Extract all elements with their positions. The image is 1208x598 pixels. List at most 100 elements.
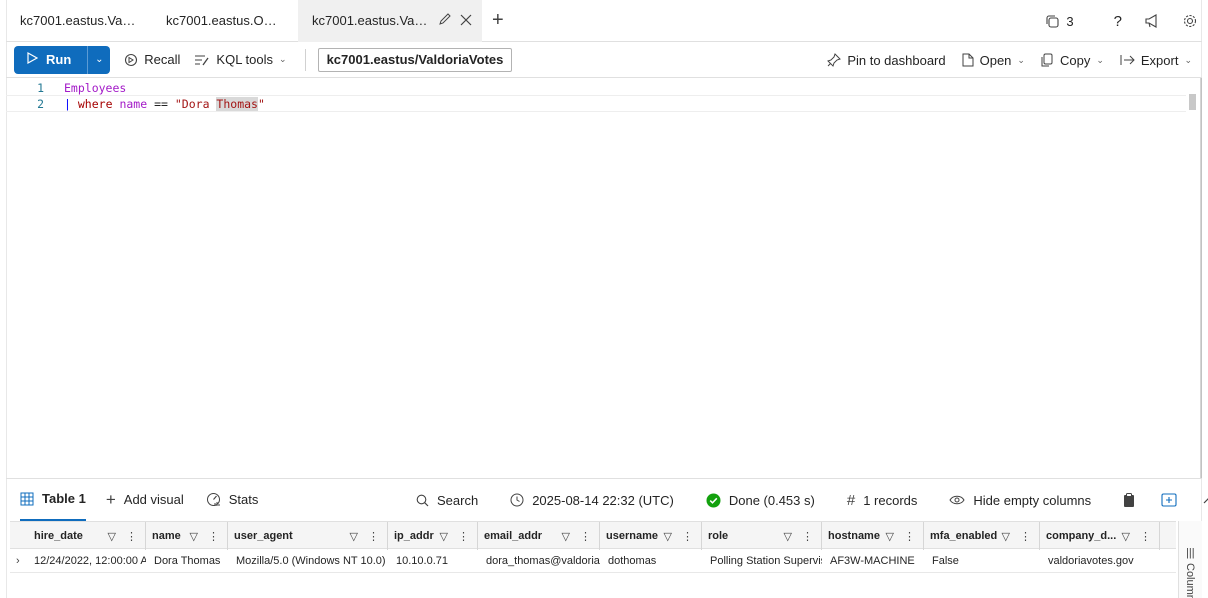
record-count: # 1 records xyxy=(847,492,918,509)
add-visual-label: Add visual xyxy=(123,492,184,507)
filter-icon[interactable]: ▽ xyxy=(1002,530,1010,543)
cell-company-domain[interactable]: valdoriavotes.gov xyxy=(1042,549,1160,573)
query-status: Done (0.453 s) xyxy=(706,493,815,508)
operator-token: == xyxy=(154,96,168,111)
eye-off-icon xyxy=(949,494,965,506)
column-menu-icon[interactable]: ⋮ xyxy=(368,530,379,543)
column-menu-icon[interactable]: ⋮ xyxy=(682,530,693,543)
cell-hostname[interactable]: AF3W-MACHINE xyxy=(824,549,924,573)
filter-icon[interactable]: ▽ xyxy=(190,530,198,543)
help-icon[interactable]: ? xyxy=(1114,13,1122,30)
filter-icon[interactable]: ▽ xyxy=(440,530,448,543)
tab-table-1[interactable]: Table 1 xyxy=(20,479,86,521)
open-button[interactable]: Open ⌄ xyxy=(962,53,1025,68)
run-button[interactable]: Run xyxy=(14,45,89,74)
cell-role[interactable]: Polling Station Supervisor xyxy=(704,549,822,573)
collapse-up-chevron-icon[interactable] xyxy=(1203,496,1208,504)
filter-icon[interactable]: ▽ xyxy=(350,530,358,543)
export-arrow-icon xyxy=(1120,54,1135,66)
copy-button[interactable]: Copy ⌄ xyxy=(1041,53,1104,68)
column-menu-icon[interactable]: ⋮ xyxy=(580,530,591,543)
tab-owlrecords[interactable]: kc7001.eastus.OwlRecords xyxy=(152,0,298,42)
play-icon xyxy=(26,51,39,67)
cell-name[interactable]: Dora Thomas xyxy=(148,549,228,573)
queries-count-button[interactable]: 3 xyxy=(1045,14,1074,29)
results-info: Search 2025-08-14 22:32 (UTC) Done (0.45… xyxy=(416,479,1208,521)
query-editor[interactable]: 1 Employees 2 | where name == "Dora Thom… xyxy=(6,78,1202,478)
status-label: Done (0.453 s) xyxy=(728,492,815,508)
column-header-role[interactable]: role ▽ ⋮ xyxy=(702,522,822,550)
column-header-ip-addr[interactable]: ip_addr ▽ ⋮ xyxy=(388,522,478,550)
pin-label: Pin to dashboard xyxy=(847,52,946,68)
filter-icon[interactable]: ▽ xyxy=(886,530,894,543)
column-menu-icon[interactable]: ⋮ xyxy=(802,530,813,543)
add-tab-icon[interactable]: + xyxy=(492,9,504,32)
column-menu-icon[interactable]: ⋮ xyxy=(904,530,915,543)
column-header-hostname[interactable]: hostname ▽ ⋮ xyxy=(822,522,924,550)
column-header-hire-date[interactable]: hire_date ▽ ⋮ xyxy=(28,522,146,550)
cell-hire-date[interactable]: 12/24/2022, 12:00:00 AM xyxy=(28,549,146,573)
column-menu-icon[interactable]: ⋮ xyxy=(1140,530,1151,543)
cell-user-agent[interactable]: Mozilla/5.0 (Windows NT 10.0) AppleWebKi… xyxy=(230,549,388,573)
where-token: where xyxy=(77,96,113,111)
column-header-email-addr[interactable]: email_addr ▽ ⋮ xyxy=(478,522,600,550)
cell-username[interactable]: dothomas xyxy=(602,549,702,573)
tab-valdytimes[interactable]: kc7001.eastus.ValdyTimes xyxy=(6,0,152,42)
editor-line[interactable]: 1 Employees xyxy=(6,79,1186,96)
kql-tools-button[interactable]: KQL tools ⌄ xyxy=(194,52,287,67)
table-name-token: Employees xyxy=(64,80,127,95)
check-circle-icon xyxy=(706,493,721,508)
filter-icon[interactable]: ▽ xyxy=(1122,530,1130,543)
editor-scrollbar[interactable] xyxy=(1189,94,1196,110)
search-button[interactable]: Search xyxy=(416,493,478,508)
expand-panel-icon[interactable] xyxy=(1161,493,1177,507)
cell-mfa-enabled[interactable]: False xyxy=(926,549,1040,573)
export-label: Export xyxy=(1140,52,1179,68)
recall-button[interactable]: Recall xyxy=(124,52,180,67)
tab-label: kc7001.eastus.Vald... xyxy=(312,13,430,28)
export-button[interactable]: Export ⌄ xyxy=(1120,53,1192,68)
pin-to-dashboard-button[interactable]: Pin to dashboard xyxy=(827,52,946,68)
search-label: Search xyxy=(437,492,479,508)
filter-icon[interactable]: ▽ xyxy=(562,530,570,543)
hide-empty-label: Hide empty columns xyxy=(973,492,1092,508)
filter-icon[interactable]: ▽ xyxy=(108,530,116,543)
column-header-name[interactable]: name ▽ ⋮ xyxy=(146,522,228,550)
timestamp-label: 2025-08-14 22:32 (UTC) xyxy=(532,492,674,508)
column-header-company-domain[interactable]: company_d... ▽ ⋮ xyxy=(1040,522,1160,550)
column-menu-icon[interactable]: ⋮ xyxy=(126,530,137,543)
column-header-user-agent[interactable]: user_agent ▽ ⋮ xyxy=(228,522,388,550)
column-menu-icon[interactable]: ⋮ xyxy=(208,530,219,543)
column-header-mfa-enabled[interactable]: mfa_enabled ▽ ⋮ xyxy=(924,522,1040,550)
grid-header: hire_date ▽ ⋮ name ▽ ⋮ user_agent ▽ ⋮ ip_addr ▽… xyxy=(10,521,1176,550)
edit-pencil-icon[interactable] xyxy=(438,12,452,29)
hide-empty-columns-toggle[interactable]: Hide empty columns xyxy=(949,493,1091,508)
column-header-username[interactable]: username ▽ ⋮ xyxy=(600,522,702,550)
settings-gear-icon[interactable] xyxy=(1182,13,1198,29)
stats-button[interactable]: Stats xyxy=(206,492,258,507)
filter-icon[interactable]: ▽ xyxy=(664,530,672,543)
cell-email-addr[interactable]: dora_thomas@valdoriavotes.gov xyxy=(480,549,600,573)
field-token: name xyxy=(119,96,148,111)
feedback-megaphone-icon[interactable] xyxy=(1144,14,1160,28)
cell-ip-addr[interactable]: 10.10.0.71 xyxy=(390,549,478,573)
tab-label: kc7001.eastus.ValdyTimes xyxy=(20,13,138,28)
query-timestamp: 2025-08-14 22:32 (UTC) xyxy=(510,493,674,508)
results-toolbar: Table 1 + Add visual Stats Search 2025-0… xyxy=(6,478,1208,521)
filter-icon[interactable]: ▽ xyxy=(784,530,792,543)
clipboard-icon[interactable] xyxy=(1123,492,1135,508)
columns-side-panel[interactable]: ||| Columns xyxy=(1178,521,1202,598)
editor-line-current[interactable]: 2 | where name == "Dora Thomas" xyxy=(6,95,1186,112)
pin-icon xyxy=(827,53,842,67)
recall-icon xyxy=(124,53,138,67)
table-row[interactable]: › 12/24/2022, 12:00:00 AM Dora Thomas Mo… xyxy=(10,549,1176,573)
columns-panel-label: Columns xyxy=(1184,563,1196,598)
column-menu-icon[interactable]: ⋮ xyxy=(1020,530,1031,543)
database-selector[interactable]: kc7001.eastus/ValdoriaVotes xyxy=(317,47,513,72)
run-dropdown-chevron-icon[interactable]: ⌄ xyxy=(88,46,110,74)
close-tab-icon[interactable] xyxy=(460,13,472,29)
add-visual-button[interactable]: + Add visual xyxy=(106,490,184,510)
column-menu-icon[interactable]: ⋮ xyxy=(458,530,469,543)
tab-valdoriavotes[interactable]: kc7001.eastus.Vald... xyxy=(298,0,482,42)
expand-row-chevron-icon[interactable]: › xyxy=(16,555,20,567)
